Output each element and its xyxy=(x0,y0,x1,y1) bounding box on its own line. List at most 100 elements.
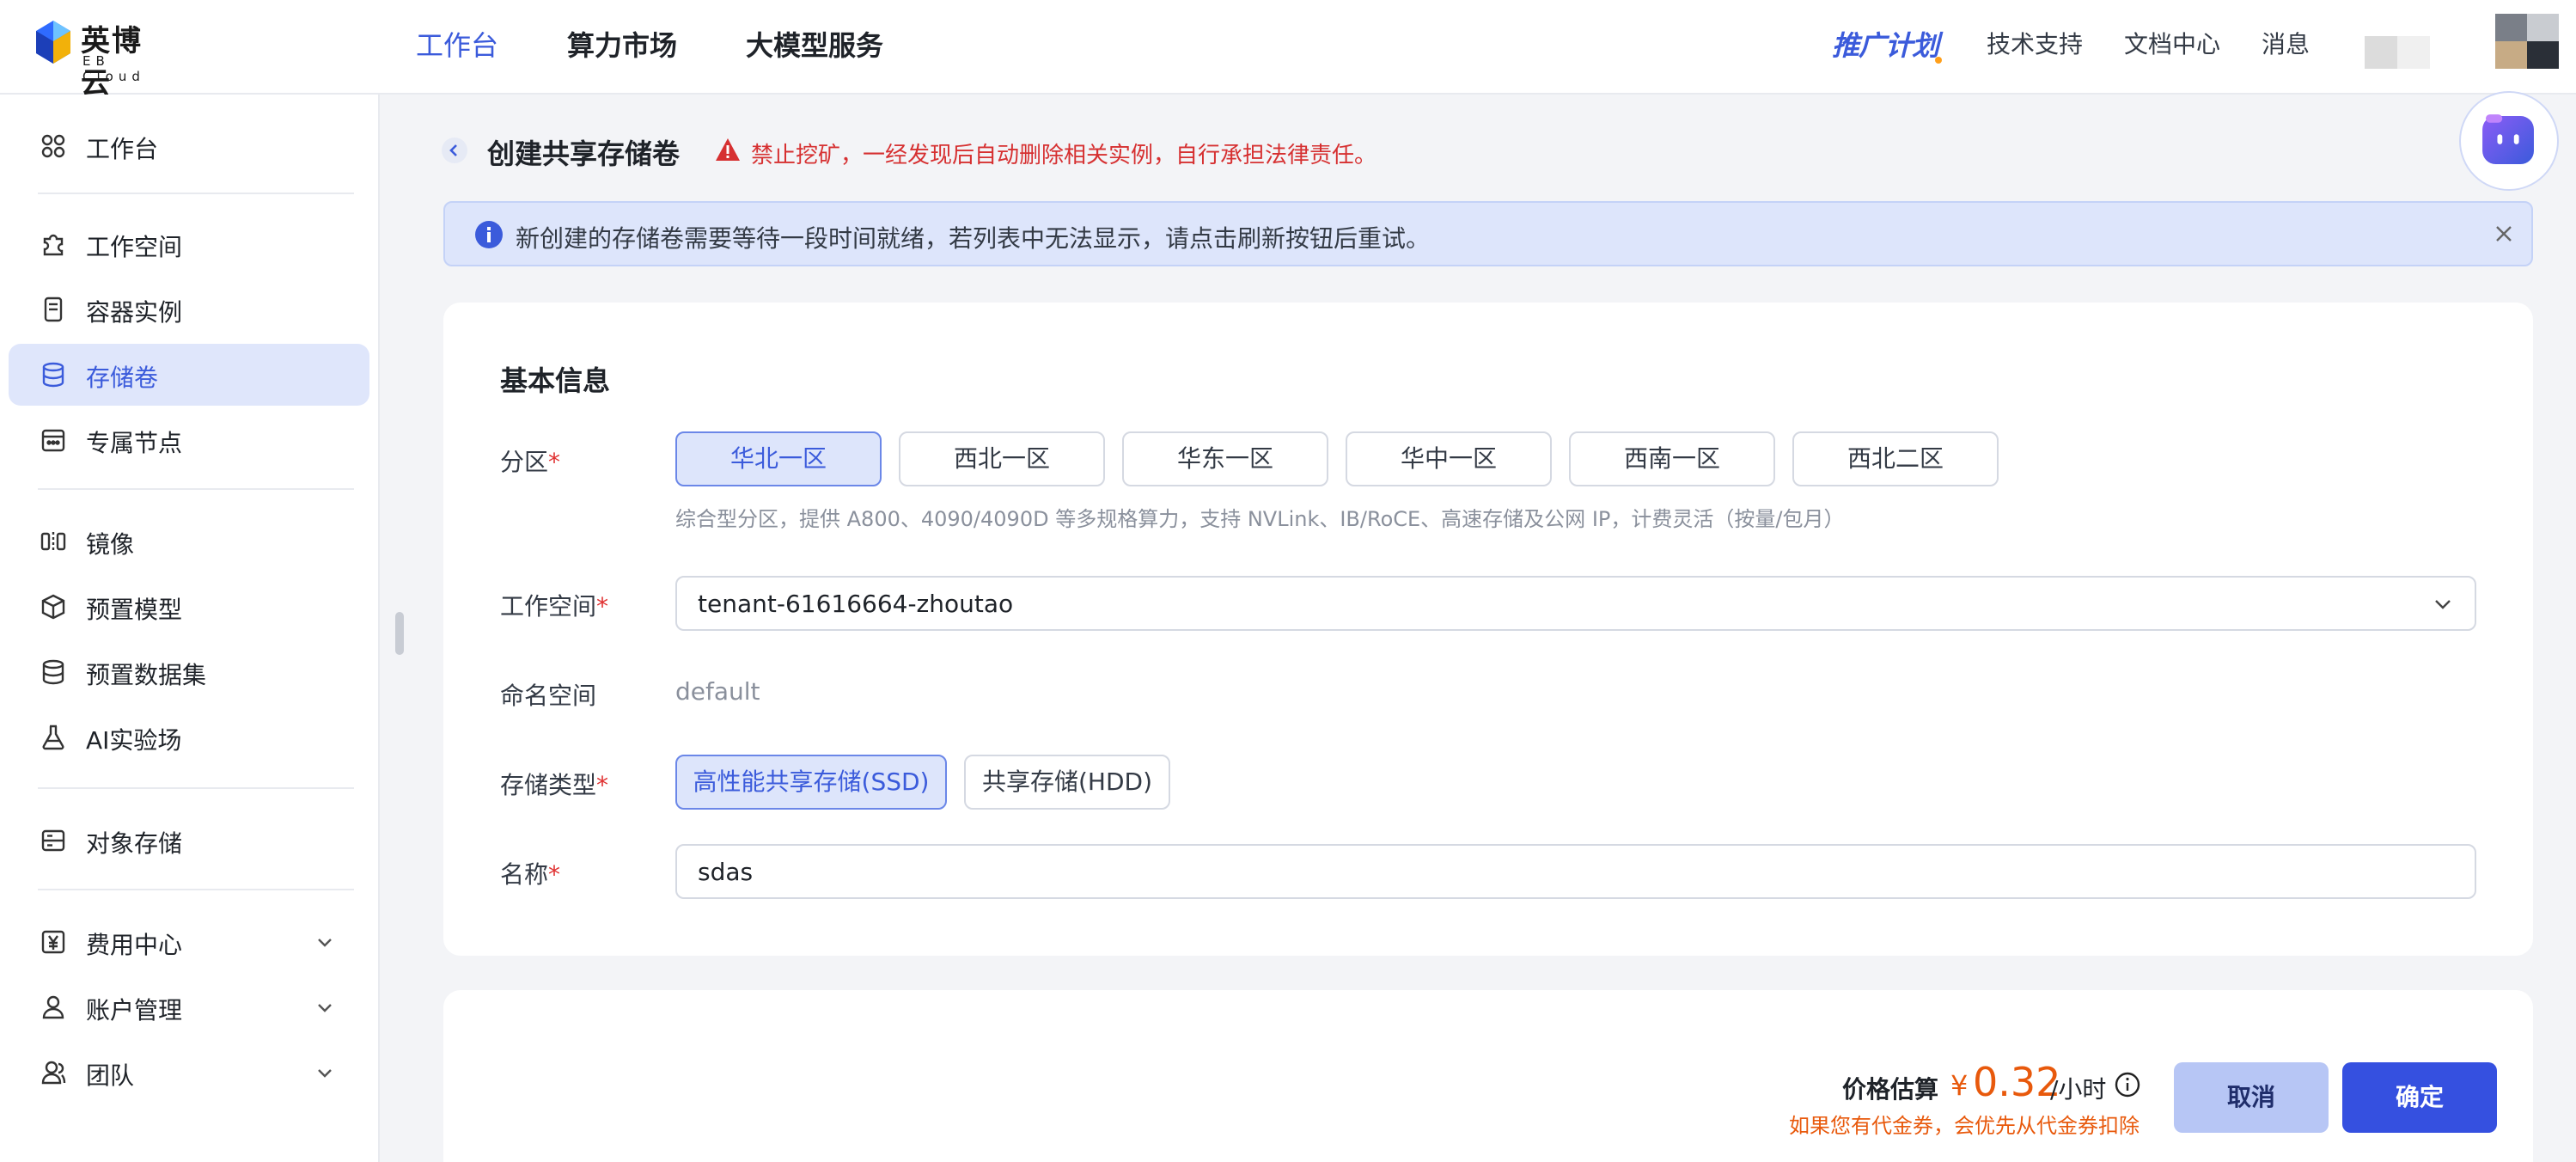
sidebar-item-label: 专属节点 xyxy=(86,429,183,457)
storage-icon xyxy=(41,829,65,852)
namespace-value: default xyxy=(675,677,760,706)
mirror-icon xyxy=(40,532,66,551)
warning-icon xyxy=(716,138,740,161)
sidebar-item-label: 工作空间 xyxy=(86,233,183,261)
sidebar-item-label: 团队 xyxy=(86,1061,135,1090)
top-bar: 英博云 EB Cloud 工作台 算力市场 大模型服务 推广计划 技术支持 文档… xyxy=(0,0,2576,101)
sidebar-item-billing[interactable]: 费用中心 xyxy=(9,911,369,973)
sidebar-item-preset-dataset[interactable]: 预置数据集 xyxy=(9,641,369,703)
sidebar-item-workspace[interactable]: 工作空间 xyxy=(9,213,369,275)
workspace-select[interactable]: tenant-61616664-zhoutao xyxy=(675,576,2476,631)
promo-label: 推广计划 xyxy=(1832,29,1939,62)
region-label: 分区* xyxy=(500,448,561,476)
region-option-northwest1[interactable]: 西北一区 xyxy=(899,431,1105,486)
storage-type-hdd[interactable]: 共享存储(HDD) xyxy=(964,755,1170,810)
topnav-compute-market[interactable]: 算力市场 xyxy=(567,24,677,64)
workspace-select-value: tenant-61616664-zhoutao xyxy=(698,590,1014,618)
topnav-llm-service[interactable]: 大模型服务 xyxy=(746,24,883,64)
user-icon xyxy=(42,995,64,1019)
promo-dot-icon xyxy=(1935,57,1943,64)
sidebar-item-ai-lab[interactable]: AI实验场 xyxy=(9,706,369,768)
promo-link[interactable]: 推广计划 xyxy=(1832,24,1943,64)
mining-warning: 禁止挖矿，一经发现后自动删除相关实例，自行承担法律责任。 xyxy=(751,143,1377,168)
container-icon xyxy=(44,297,63,322)
close-icon[interactable] xyxy=(2492,222,2516,246)
sidebar-item-container[interactable]: 容器实例 xyxy=(9,278,369,340)
storage-type-label: 存储类型* xyxy=(500,771,609,799)
brand-name-en: EB Cloud xyxy=(82,53,145,84)
sidebar-divider xyxy=(38,193,354,194)
workspace-label: 工作空间* xyxy=(500,592,609,621)
assistant-bot-button[interactable] xyxy=(2459,91,2559,191)
sidebar-item-label: 镜像 xyxy=(86,530,135,559)
info-circle-icon[interactable] xyxy=(2114,1071,2141,1098)
yen-icon xyxy=(41,930,65,954)
sidebar-item-label: 容器实例 xyxy=(86,298,183,327)
sidebar-item-label: 对象存储 xyxy=(86,829,183,858)
price-unit: /小时 xyxy=(2050,1075,2107,1104)
sidebar-item-label: AI实验场 xyxy=(86,726,182,755)
database-icon xyxy=(42,362,64,388)
topnav-workbench[interactable]: 工作台 xyxy=(416,24,498,64)
region-option-east1[interactable]: 华东一区 xyxy=(1122,431,1328,486)
region-option-northwest2[interactable]: 西北二区 xyxy=(1792,431,1999,486)
puzzle-icon xyxy=(43,234,64,256)
basic-info-card: 基本信息 分区* 华北一区 西北一区 华东一区 华中一区 西南一区 西北二区 综… xyxy=(443,303,2533,956)
info-icon xyxy=(475,221,503,248)
storage-type-ssd[interactable]: 高性能共享存储(SSD) xyxy=(675,755,947,810)
sidebar-item-workbench[interactable]: 工作台 xyxy=(9,115,369,177)
sidebar-item-label: 存储卷 xyxy=(86,364,159,392)
chevron-down-icon xyxy=(2435,600,2451,609)
footer-card: 价格估算 ¥ 0.32 /小时 如果您有代金券，会优先从代金券扣除 取消 确定 xyxy=(443,990,2533,1162)
avatar[interactable] xyxy=(2495,14,2559,69)
namespace-label: 命名空间 xyxy=(500,682,597,710)
robot-icon xyxy=(2482,114,2534,165)
region-hint: 综合型分区，提供 A800、4090/4090D 等多规格算力，支持 NVLin… xyxy=(675,507,1845,531)
cube-icon xyxy=(41,594,65,620)
sidebar-item-label: 账户管理 xyxy=(86,996,183,1024)
sidebar-item-team[interactable]: 团队 xyxy=(9,1042,369,1104)
sidebar-divider xyxy=(38,488,354,490)
calendar-node-icon xyxy=(41,429,65,452)
sidebar-item-volume[interactable]: 存储卷 xyxy=(9,344,369,406)
brand-logo[interactable]: 英博云 EB Cloud xyxy=(34,17,172,101)
section-title: 基本信息 xyxy=(500,364,611,397)
chevron-down-icon xyxy=(318,1004,332,1012)
chevron-left-icon xyxy=(449,144,457,156)
region-option-north1[interactable]: 华北一区 xyxy=(675,431,882,486)
brand-logo-icon xyxy=(36,21,70,64)
chevron-down-icon xyxy=(318,939,332,947)
chevron-down-icon xyxy=(318,1069,332,1078)
name-input[interactable]: sdas xyxy=(675,844,2476,899)
sidebar-item-label: 工作台 xyxy=(86,135,159,163)
cancel-button[interactable]: 取消 xyxy=(2174,1062,2329,1133)
sidebar-item-account[interactable]: 账户管理 xyxy=(9,976,369,1038)
price-note: 如果您有代金券，会优先从代金券扣除 xyxy=(1789,1114,2140,1138)
sidebar-divider xyxy=(38,787,354,789)
region-option-central1[interactable]: 华中一区 xyxy=(1346,431,1552,486)
sidebar-divider xyxy=(38,889,354,890)
sidebar-item-preset-model[interactable]: 预置模型 xyxy=(9,576,369,638)
page-title: 创建共享存储卷 xyxy=(487,138,681,170)
sidebar-item-object-storage[interactable]: 对象存储 xyxy=(9,810,369,872)
flask-icon xyxy=(42,725,64,750)
sidebar-item-label: 费用中心 xyxy=(86,931,183,959)
user-name-blurred[interactable] xyxy=(2365,36,2433,69)
sidebar-resize-handle[interactable] xyxy=(395,612,404,655)
price-currency: ¥ xyxy=(1950,1069,1969,1102)
name-input-value: sdas xyxy=(698,858,754,886)
sidebar-item-image[interactable]: 镜像 xyxy=(9,511,369,572)
sidebar-item-label: 预置模型 xyxy=(86,596,183,624)
back-button[interactable] xyxy=(442,138,467,163)
sidebar-item-dedicated-node[interactable]: 专属节点 xyxy=(9,409,369,471)
team-icon xyxy=(41,1061,66,1085)
docs-center-link[interactable]: 文档中心 xyxy=(2124,26,2220,60)
info-alert-text: 新创建的存储卷需要等待一段时间就绪，若列表中无法显示，请点击刷新按钮后重试。 xyxy=(516,224,1431,253)
sidebar-item-label: 预置数据集 xyxy=(86,661,207,689)
messages-link[interactable]: 消息 xyxy=(2262,26,2310,60)
confirm-button[interactable]: 确定 xyxy=(2342,1062,2497,1133)
tech-support-link[interactable]: 技术支持 xyxy=(1987,26,2083,60)
price-label: 价格估算 xyxy=(1842,1075,1939,1104)
region-option-southwest1[interactable]: 西南一区 xyxy=(1569,431,1775,486)
sidebar: 工作台 工作空间 容器实例 存储卷 专属节点 镜像 预置模型 预置数据集 AI实… xyxy=(0,95,380,1162)
